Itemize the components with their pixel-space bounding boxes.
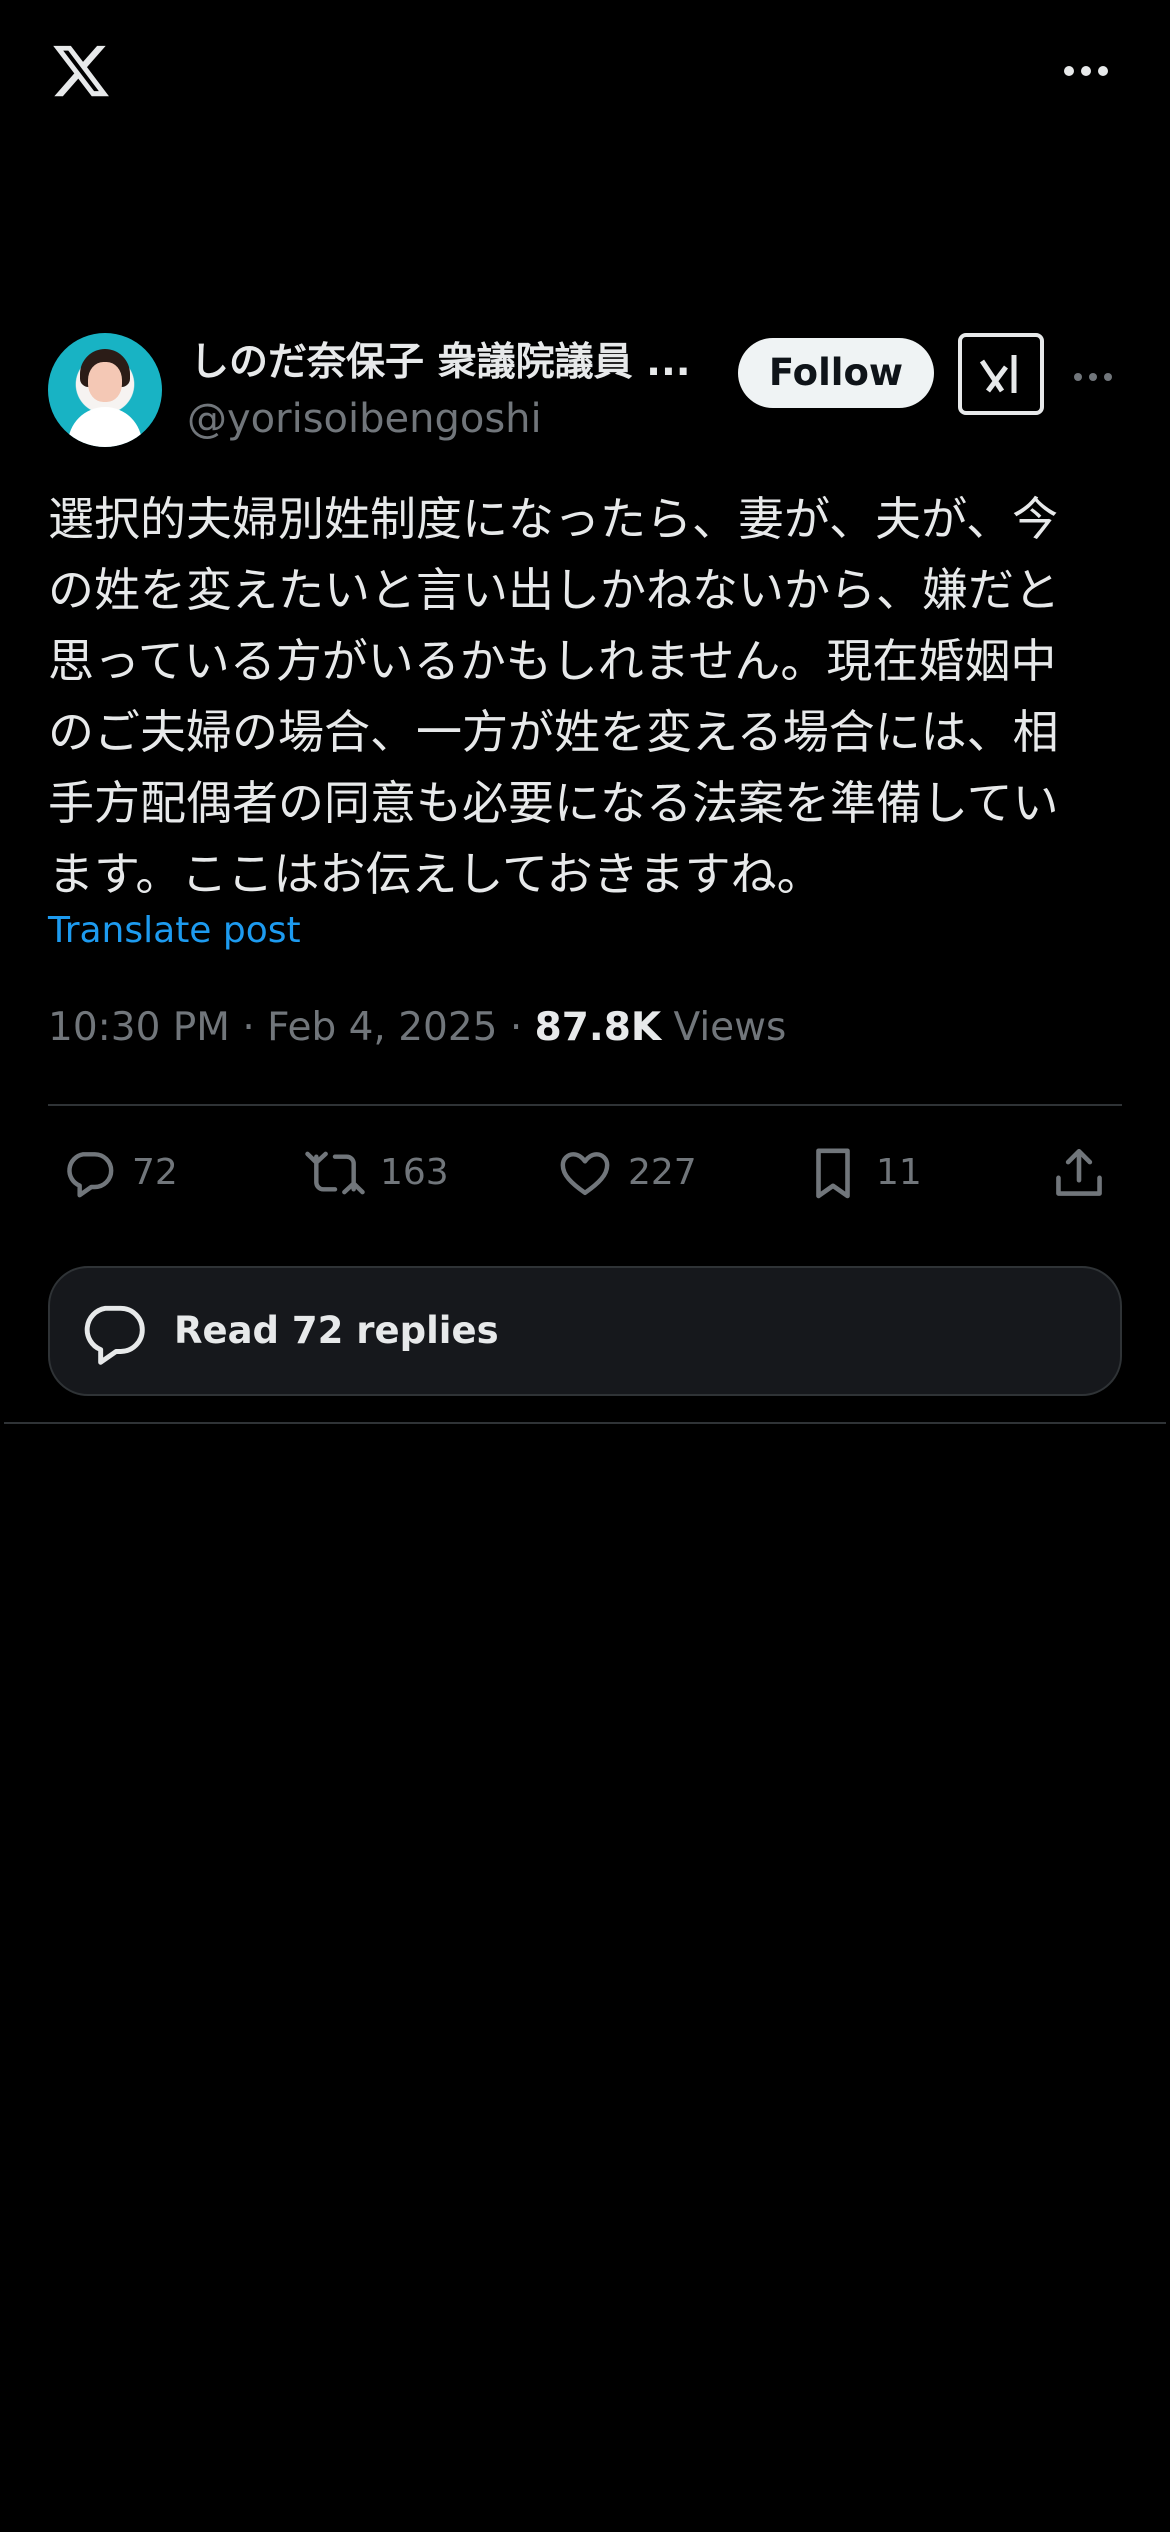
reply-count: 72 (132, 1152, 178, 1193)
like-button[interactable]: 227 (556, 1132, 697, 1214)
retweet-count: 163 (380, 1152, 449, 1193)
read-replies-button[interactable]: Read 72 replies (48, 1266, 1122, 1396)
more-horizontal-icon[interactable] (1072, 371, 1114, 383)
avatar[interactable] (48, 333, 162, 447)
retweet-button[interactable]: 163 (304, 1132, 449, 1214)
tweet-text: 選択的夫婦別姓制度になったら、妻が、夫が、今 の姓を変えたいと言い出しかねないか… (48, 484, 1128, 910)
share-icon (1056, 1148, 1102, 1196)
tweet-text-line: 手方配偶者の同意も必要になる法案を準備してい (48, 776, 1059, 830)
author-display-name[interactable]: しのだ奈保子 衆議院議員 ... (190, 335, 750, 391)
more-horizontal-icon[interactable] (1062, 64, 1110, 78)
divider (48, 1104, 1122, 1106)
follow-button[interactable]: Follow (738, 338, 934, 408)
views-count: 87.8K (534, 1005, 662, 1050)
grok-button[interactable] (958, 333, 1044, 415)
tweet-text-line: の姓を変えたいと言い出しかねないから、嫌だと (48, 563, 1060, 617)
bookmark-button[interactable]: 11 (804, 1132, 922, 1214)
tweet-text-line: のご夫婦の場合、一方が姓を変える場合には、相 (48, 705, 1059, 759)
bookmark-count: 11 (876, 1152, 922, 1193)
top-bar (0, 0, 1170, 150)
tweet-author: しのだ奈保子 衆議院議員 ... @yorisoibengoshi Follow (48, 333, 1122, 448)
reply-button[interactable]: 72 (60, 1132, 178, 1214)
tweet-text-line: 選択的夫婦別姓制度になったら、妻が、夫が、今 (48, 492, 1059, 546)
heart-icon (560, 1152, 610, 1196)
read-replies-label: Read 72 replies (174, 1309, 499, 1352)
divider (4, 1422, 1166, 1424)
x-logo-icon[interactable] (48, 40, 114, 102)
bookmark-icon (816, 1148, 850, 1199)
tweet-text-line: 思っている方がいるかもしれません。現在婚姻中 (48, 634, 1057, 688)
tweet-text-line: ます。ここはお伝えしておきますね。 (48, 847, 823, 901)
translate-post-link[interactable]: Translate post (48, 903, 301, 959)
action-bar: 72 163 227 11 (48, 1132, 1122, 1214)
tweet-meta: 10:30 PM · Feb 4, 2025 · 87.8K Views (48, 998, 786, 1058)
grok-icon (979, 355, 1017, 393)
share-button[interactable] (1050, 1132, 1108, 1214)
views-label: Views (661, 1005, 787, 1050)
author-handle[interactable]: @yorisoibengoshi (187, 392, 542, 446)
reply-icon (67, 1152, 114, 1198)
like-count: 227 (628, 1152, 697, 1193)
reply-bubble-icon (84, 1305, 145, 1365)
tweet-timestamp[interactable]: 10:30 PM · Feb 4, 2025 · (48, 1005, 535, 1050)
retweet-icon (305, 1151, 365, 1195)
